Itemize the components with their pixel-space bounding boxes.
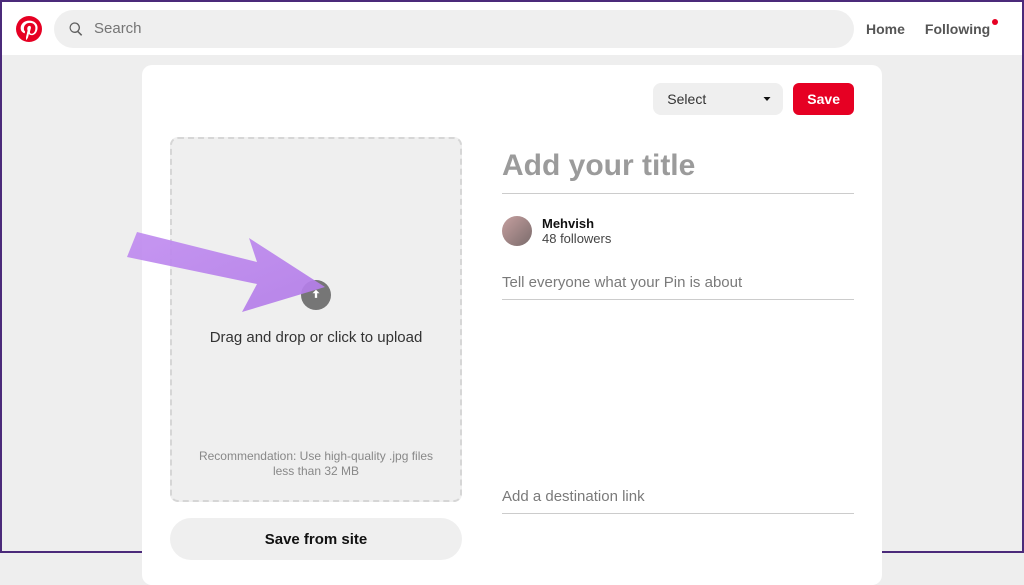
pin-title-input[interactable]	[502, 143, 854, 194]
chevron-down-icon	[761, 93, 773, 105]
nav-home[interactable]: Home	[866, 21, 905, 37]
page-stage: Select Save Drag and drop or click to up…	[2, 57, 1022, 585]
pinterest-logo-icon[interactable]	[16, 16, 42, 42]
dropzone-recommendation: Recommendation: Use high-quality .jpg fi…	[196, 449, 436, 480]
pin-builder-card: Select Save Drag and drop or click to up…	[142, 65, 882, 585]
nav-following[interactable]: Following	[925, 21, 990, 37]
top-nav: Home Following	[866, 21, 990, 37]
search-icon	[68, 21, 84, 37]
save-from-site-button[interactable]: Save from site	[170, 518, 462, 560]
author-followers: 48 followers	[542, 231, 611, 246]
save-button[interactable]: Save	[793, 83, 854, 115]
author-info: Mehvish 48 followers	[542, 216, 611, 246]
upload-icon	[301, 280, 331, 310]
card-toolbar: Select Save	[170, 83, 854, 115]
pin-link-input[interactable]	[502, 480, 854, 514]
pin-description-input[interactable]	[502, 266, 854, 300]
nav-following-label: Following	[925, 21, 990, 37]
board-select-label: Select	[667, 91, 706, 107]
upload-dropzone[interactable]: Drag and drop or click to upload Recomme…	[170, 137, 462, 502]
board-select[interactable]: Select	[653, 83, 783, 115]
dropzone-text: Drag and drop or click to upload	[210, 328, 423, 348]
author-block: Mehvish 48 followers	[502, 216, 854, 246]
top-bar: Home Following	[2, 2, 1022, 57]
author-name: Mehvish	[542, 216, 611, 231]
avatar[interactable]	[502, 216, 532, 246]
notification-dot-icon	[992, 19, 998, 25]
left-column: Drag and drop or click to upload Recomme…	[170, 137, 462, 560]
search-input[interactable]	[54, 10, 854, 48]
search-field[interactable]	[94, 20, 840, 37]
right-column: Mehvish 48 followers	[502, 137, 854, 560]
